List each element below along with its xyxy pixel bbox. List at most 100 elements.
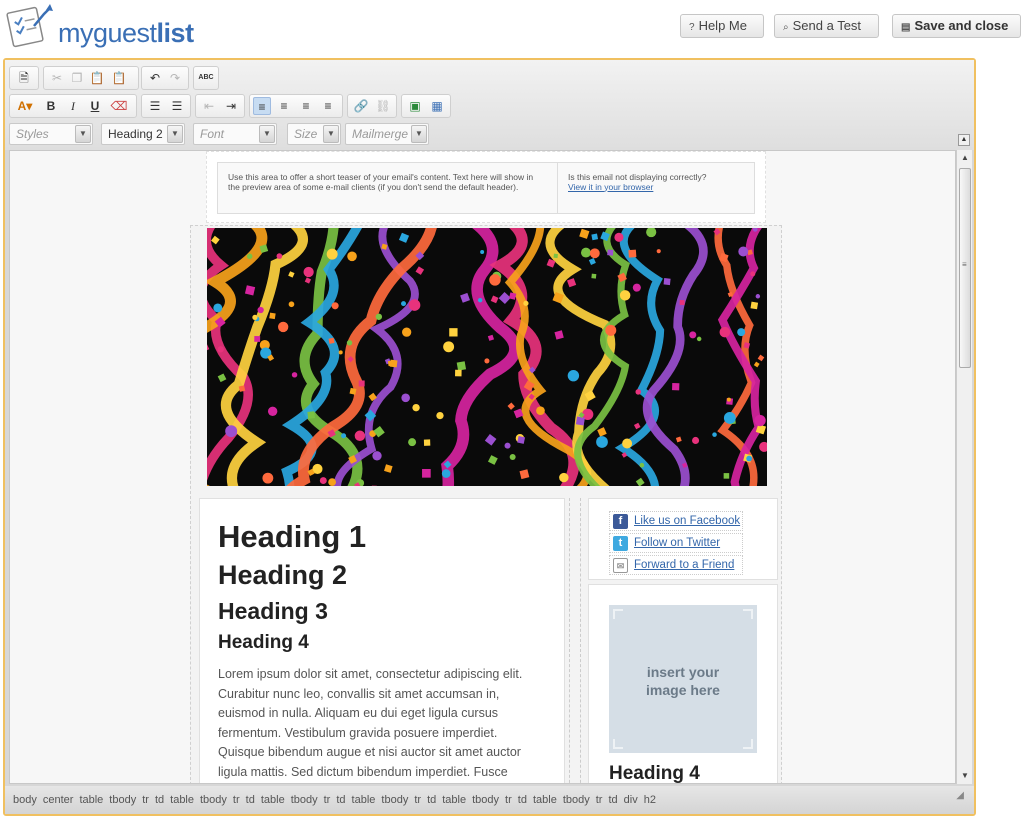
resize-grip-icon[interactable]: ◢	[956, 782, 964, 810]
path-item[interactable]: tr	[142, 794, 149, 806]
path-item[interactable]: td	[246, 794, 255, 806]
outdent-icon[interactable]: ⇤	[200, 97, 218, 115]
help-label: Help Me	[698, 18, 747, 33]
unlink-icon[interactable]: ⛓	[374, 97, 392, 115]
path-item[interactable]: tr	[505, 794, 512, 806]
path-item[interactable]: tr	[596, 794, 603, 806]
vertical-scrollbar[interactable]: ▲ ≡ ▼	[956, 150, 972, 784]
toolbar-group-doc: 🗎	[9, 66, 39, 90]
redo-icon[interactable]: ↷	[166, 69, 184, 87]
path-item[interactable]: body	[13, 794, 37, 806]
path-item[interactable]: table	[170, 794, 194, 806]
heading-1[interactable]: Heading 1	[218, 519, 546, 555]
path-item[interactable]: table	[442, 794, 466, 806]
format-select-value: Heading 2	[108, 127, 163, 141]
styles-select-label: Styles	[16, 127, 49, 141]
main-content-column[interactable]: Heading 1 Heading 2 Heading 3 Heading 4 …	[199, 498, 565, 783]
undo-icon[interactable]: ↶	[146, 69, 164, 87]
spellcheck-icon[interactable]: ABC	[197, 69, 215, 87]
preheader-browser-notice: Is this email not displaying correctly? …	[568, 172, 748, 192]
remove-format-icon[interactable]: ⌫	[110, 97, 128, 115]
help-button[interactable]: ? Help Me	[680, 14, 764, 38]
toolbar-group-links: 🔗 ⛓	[347, 94, 397, 118]
toolbar-group-lists: ☰ ☰	[141, 94, 191, 118]
scroll-down-icon[interactable]: ▼	[959, 770, 971, 782]
text-color-icon[interactable]: A▾	[13, 97, 37, 115]
confetti-banner-image[interactable]	[207, 228, 767, 486]
mailmerge-select[interactable]: Mailmerge ▼	[345, 123, 429, 145]
path-item[interactable]: h2	[644, 794, 656, 806]
scroll-up-icon[interactable]: ▲	[959, 152, 971, 164]
link-icon[interactable]: 🔗	[352, 97, 370, 115]
preview-icon[interactable]: 🗎	[15, 69, 33, 87]
path-item[interactable]: div	[624, 794, 638, 806]
app-logo[interactable]: myguestlist	[6, 4, 194, 54]
path-item[interactable]: table	[261, 794, 285, 806]
path-item[interactable]: tbody	[200, 794, 227, 806]
save-and-close-button[interactable]: ▤ Save and close	[892, 14, 1021, 38]
path-item[interactable]: tbody	[291, 794, 318, 806]
image-icon[interactable]: ▣	[406, 97, 424, 115]
twitter-icon: t	[613, 536, 628, 551]
copy-icon[interactable]: ❐	[68, 69, 86, 87]
editor-toolbar: 🗎 ✂ ❐ 📋 📋 ↶ ↷ ABC A▾ B I U ⌫ ☰ ☰ ⇤ ⇥ ≡ ≡…	[5, 60, 974, 150]
size-select[interactable]: Size ▼	[287, 123, 341, 145]
path-item[interactable]: td	[155, 794, 164, 806]
crop-corner-icon	[613, 739, 623, 749]
forward-link[interactable]: ✉ Forward to a Friend	[609, 555, 743, 575]
path-item[interactable]: tr	[233, 794, 240, 806]
body-paragraph[interactable]: Lorem ipsum dolor sit amet, consectetur …	[218, 665, 546, 782]
path-item[interactable]: table	[352, 794, 376, 806]
path-item[interactable]: center	[43, 794, 74, 806]
styles-select[interactable]: Styles ▼	[9, 123, 93, 145]
logo-text: myguestlist	[58, 18, 194, 48]
path-item[interactable]: tbody	[381, 794, 408, 806]
path-item[interactable]: td	[427, 794, 436, 806]
paste-icon[interactable]: 📋	[88, 69, 106, 87]
italic-icon[interactable]: I	[64, 97, 82, 115]
send-test-button[interactable]: ⌕ Send a Test	[774, 14, 879, 38]
heading-4[interactable]: Heading 4	[218, 629, 546, 657]
path-item[interactable]: tbody	[563, 794, 590, 806]
justify-icon[interactable]: ≡	[319, 97, 337, 115]
underline-icon[interactable]: U	[86, 97, 104, 115]
path-item[interactable]: tr	[414, 794, 421, 806]
collapse-toolbar-button[interactable]: ▲	[958, 134, 970, 146]
email-preheader: Use this area to offer a short teaser of…	[206, 151, 766, 223]
format-select[interactable]: Heading 2 ▼	[101, 123, 185, 145]
email-body: Heading 1 Heading 2 Heading 3 Heading 4 …	[190, 225, 782, 783]
bullet-list-icon[interactable]: ☰	[168, 97, 186, 115]
path-item[interactable]: table	[533, 794, 557, 806]
twitter-link[interactable]: t Follow on Twitter	[609, 533, 743, 553]
save-label: Save and close	[914, 18, 1009, 33]
path-item[interactable]: table	[79, 794, 103, 806]
indent-icon[interactable]: ⇥	[222, 97, 240, 115]
facebook-link[interactable]: f Like us on Facebook	[609, 511, 743, 531]
font-select[interactable]: Font ▼	[193, 123, 277, 145]
sidebar-heading-4[interactable]: Heading 4	[609, 763, 700, 783]
view-in-browser-link[interactable]: View it in your browser	[568, 182, 653, 192]
table-icon[interactable]: ▦	[428, 97, 446, 115]
align-left-icon[interactable]: ≡	[253, 97, 271, 115]
search-icon: ⌕	[783, 22, 789, 33]
image-placeholder[interactable]: insert your image here	[609, 605, 757, 753]
scroll-thumb[interactable]: ≡	[959, 168, 971, 368]
path-item[interactable]: td	[518, 794, 527, 806]
path-item[interactable]: td	[336, 794, 345, 806]
align-right-icon[interactable]: ≡	[297, 97, 315, 115]
paste-text-icon[interactable]: 📋	[110, 69, 128, 87]
editor-content-area[interactable]: Use this area to offer a short teaser of…	[9, 150, 956, 784]
crop-corner-icon	[613, 609, 623, 619]
numbered-list-icon[interactable]: ☰	[146, 97, 164, 115]
cut-icon[interactable]: ✂	[48, 69, 66, 87]
preheader-teaser[interactable]: Use this area to offer a short teaser of…	[218, 163, 558, 213]
toolbar-group-text: A▾ B I U ⌫	[9, 94, 137, 118]
path-item[interactable]: tbody	[472, 794, 499, 806]
heading-3[interactable]: Heading 3	[218, 595, 546, 627]
path-item[interactable]: tbody	[109, 794, 136, 806]
heading-2[interactable]: Heading 2	[218, 557, 546, 593]
path-item[interactable]: tr	[324, 794, 331, 806]
align-center-icon[interactable]: ≡	[275, 97, 293, 115]
path-item[interactable]: td	[608, 794, 617, 806]
bold-icon[interactable]: B	[42, 97, 60, 115]
